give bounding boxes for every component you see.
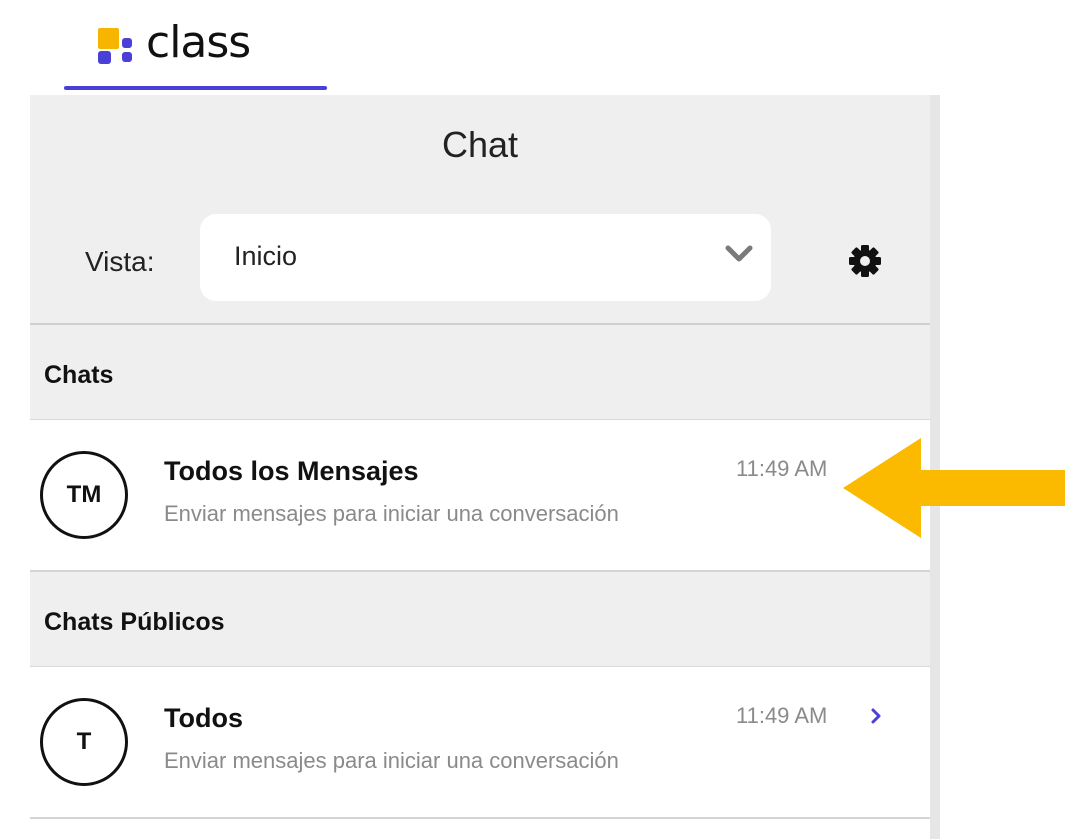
chat-time: 11:49 AM	[736, 456, 828, 481]
section-label: Chats	[44, 361, 114, 389]
logo-tab[interactable]: class	[64, 0, 327, 90]
view-select[interactable]: Inicio	[200, 214, 771, 301]
chat-name: Todos	[164, 703, 243, 733]
view-label: Vista:	[85, 246, 155, 277]
avatar: TM	[40, 451, 128, 539]
chat-row-todos[interactable]: T Todos Enviar mensajes para iniciar una…	[30, 667, 930, 819]
chevron-right-icon[interactable]	[870, 707, 882, 725]
chat-row-todos-los-mensajes[interactable]: TM Todos los Mensajes Enviar mensajes pa…	[30, 420, 930, 572]
chat-panel-header: Chat Vista: Inicio	[30, 95, 930, 325]
section-header-public-chats: Chats Públicos	[30, 572, 930, 667]
section-header-chats: Chats	[30, 325, 930, 420]
chat-preview: Enviar mensajes para iniciar una convers…	[164, 748, 619, 773]
panel-title: Chat	[441, 124, 519, 165]
gear-icon[interactable]	[848, 244, 882, 278]
view-select-value: Inicio	[234, 241, 298, 271]
section-label: Chats Públicos	[44, 608, 225, 636]
arrow-left-icon	[843, 438, 1065, 538]
chat-preview: Enviar mensajes para iniciar una convers…	[164, 501, 619, 526]
chat-time: 11:49 AM	[736, 703, 828, 728]
chat-panel: Chat Vista: Inicio Chats TM Todos los Me…	[30, 95, 930, 839]
chevron-down-icon	[725, 245, 753, 262]
chat-name: Todos los Mensajes	[164, 456, 419, 486]
active-tab-underline	[64, 86, 327, 90]
class-logo-icon	[98, 28, 132, 64]
logo-text: class	[146, 17, 251, 68]
avatar: T	[40, 698, 128, 786]
